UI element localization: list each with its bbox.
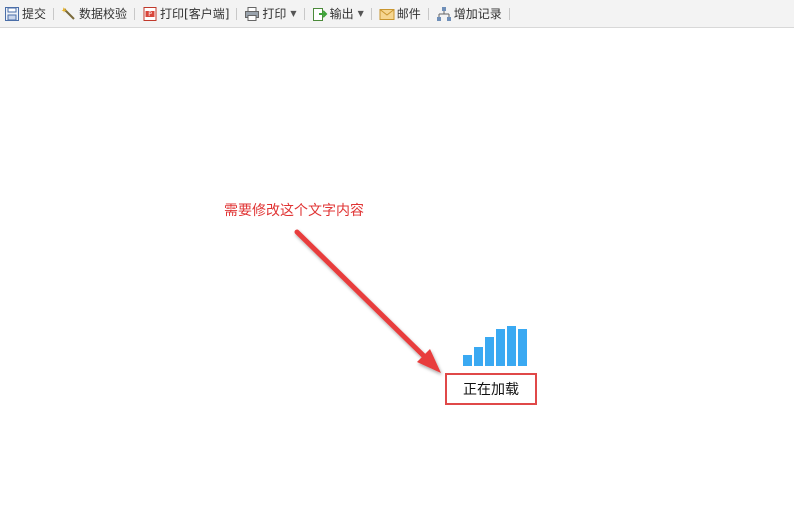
content-area <box>0 28 794 514</box>
add-record-icon <box>436 6 452 22</box>
chevron-down-icon: ▼ <box>290 9 297 18</box>
toolbar: 提交 数据校验 P 打印[客户端] 打印 ▼ 输出 ▼ 邮件 增加记录 <box>0 0 794 28</box>
pdf-print-icon: P <box>142 6 158 22</box>
mail-icon <box>379 6 395 22</box>
toolbar-separator <box>370 7 372 20</box>
mail-button[interactable]: 邮件 <box>377 3 423 25</box>
add-record-button[interactable]: 增加记录 <box>434 3 504 25</box>
submit-button[interactable]: 提交 <box>2 3 48 25</box>
add-record-label: 增加记录 <box>453 7 502 21</box>
chevron-down-icon: ▼ <box>357 9 364 18</box>
print-client-button[interactable]: P 打印[客户端] <box>140 3 231 25</box>
toolbar-separator <box>303 7 305 20</box>
print-label: 打印 <box>262 7 287 21</box>
data-validate-button[interactable]: 数据校验 <box>59 3 129 25</box>
printer-icon <box>244 6 260 22</box>
annotation-text: 需要修改这个文字内容 <box>224 203 364 219</box>
print-button[interactable]: 打印 ▼ <box>242 3 298 25</box>
submit-label: 提交 <box>22 7 47 21</box>
wand-icon <box>61 6 77 22</box>
loading-text: 正在加载 <box>463 382 519 398</box>
export-button[interactable]: 输出 ▼ <box>310 3 366 25</box>
data-validate-label: 数据校验 <box>79 7 128 21</box>
export-icon <box>312 6 328 22</box>
toolbar-separator <box>236 7 238 20</box>
print-client-label: 打印[客户端] <box>160 7 230 21</box>
save-icon <box>4 6 20 22</box>
svg-text:P: P <box>148 11 152 18</box>
toolbar-separator <box>53 7 55 20</box>
toolbar-separator <box>134 7 136 20</box>
mail-label: 邮件 <box>396 7 421 21</box>
toolbar-separator <box>508 7 510 20</box>
loading-bars-icon <box>463 326 527 366</box>
export-label: 输出 <box>329 7 354 21</box>
toolbar-separator <box>427 7 429 20</box>
loading-label-box: 正在加载 <box>445 373 537 405</box>
